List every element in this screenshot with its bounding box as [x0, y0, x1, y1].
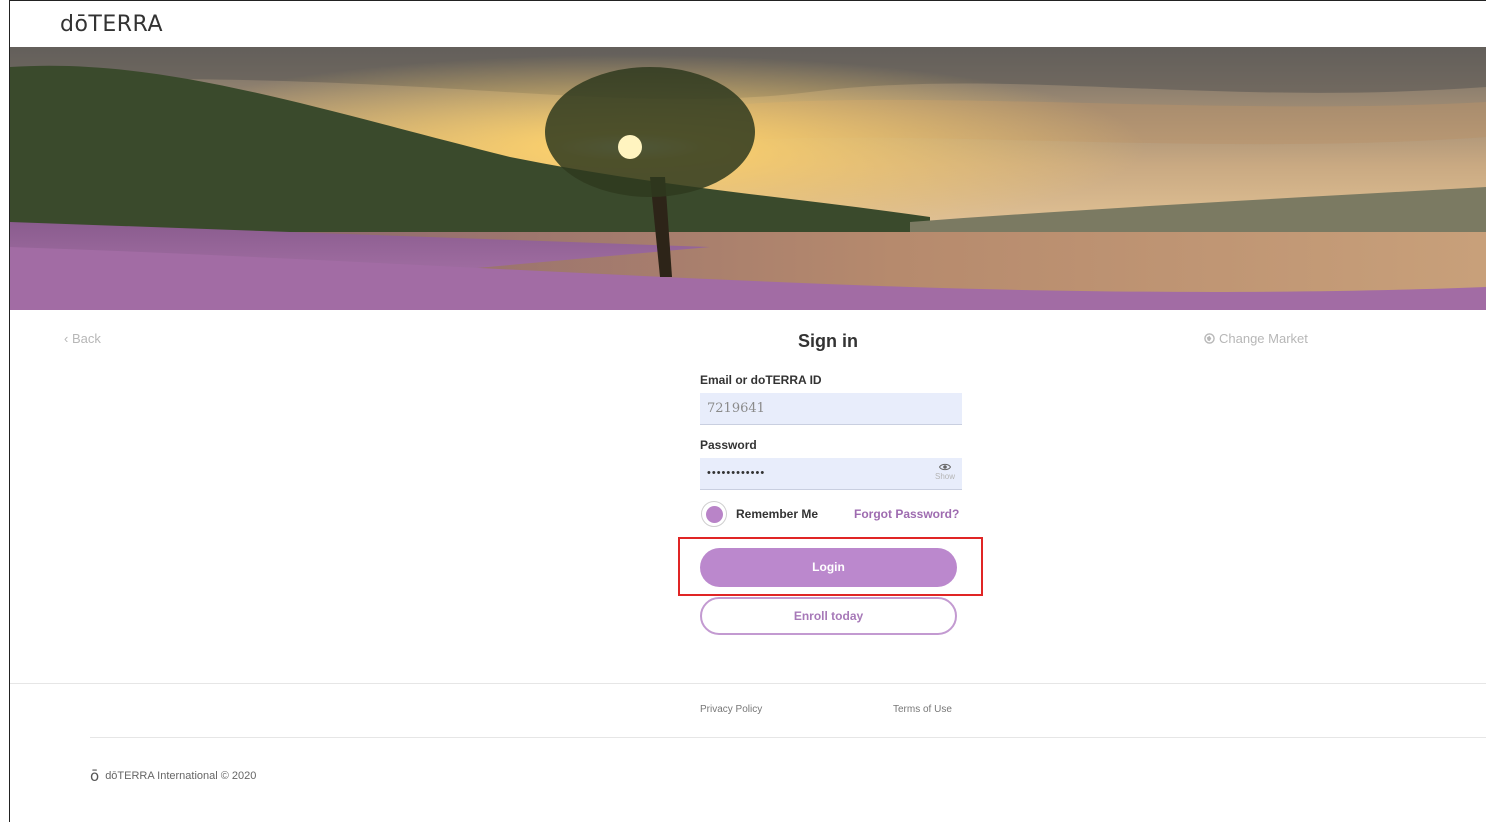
- hero-landscape-image: [10, 47, 1486, 310]
- password-label: Password: [700, 438, 757, 452]
- copyright: ō dōTERRA International © 2020: [90, 767, 256, 785]
- show-label: Show: [934, 472, 955, 481]
- remember-me-toggle[interactable]: Remember Me: [701, 501, 818, 527]
- globe-icon: [1204, 333, 1215, 344]
- email-label: Email or doTERRA ID: [700, 373, 822, 387]
- email-field[interactable]: 7219641: [700, 393, 962, 425]
- page-title: Sign in: [798, 331, 858, 351]
- brand-logo[interactable]: dōTERRA: [60, 12, 163, 37]
- forgot-password-link[interactable]: Forgot Password?: [854, 507, 959, 521]
- change-market-label: Change Market: [1219, 331, 1308, 346]
- copyright-text: dōTERRA International © 2020: [105, 770, 257, 782]
- login-button[interactable]: Login: [700, 548, 957, 587]
- eye-icon: [939, 463, 951, 471]
- remember-me-radio[interactable]: [701, 501, 727, 527]
- back-link[interactable]: ‹ Back: [64, 331, 101, 346]
- doterra-mark-icon: ō: [90, 767, 100, 785]
- footer-divider-bottom: [90, 737, 1486, 738]
- password-value: ••••••••••••: [707, 467, 766, 479]
- email-value: 7219641: [707, 401, 765, 416]
- show-password-toggle[interactable]: Show: [930, 463, 960, 487]
- remember-me-label: Remember Me: [736, 507, 819, 521]
- change-market-link[interactable]: Change Market: [1204, 331, 1308, 346]
- terms-of-use-link[interactable]: Terms of Use: [893, 704, 952, 715]
- radio-selected-dot: [705, 505, 723, 523]
- enroll-today-button[interactable]: Enroll today: [700, 597, 957, 635]
- privacy-policy-link[interactable]: Privacy Policy: [700, 704, 762, 715]
- password-field[interactable]: ••••••••••••: [700, 458, 962, 490]
- footer-divider-top: [10, 683, 1486, 684]
- hero-banner: [10, 47, 1486, 310]
